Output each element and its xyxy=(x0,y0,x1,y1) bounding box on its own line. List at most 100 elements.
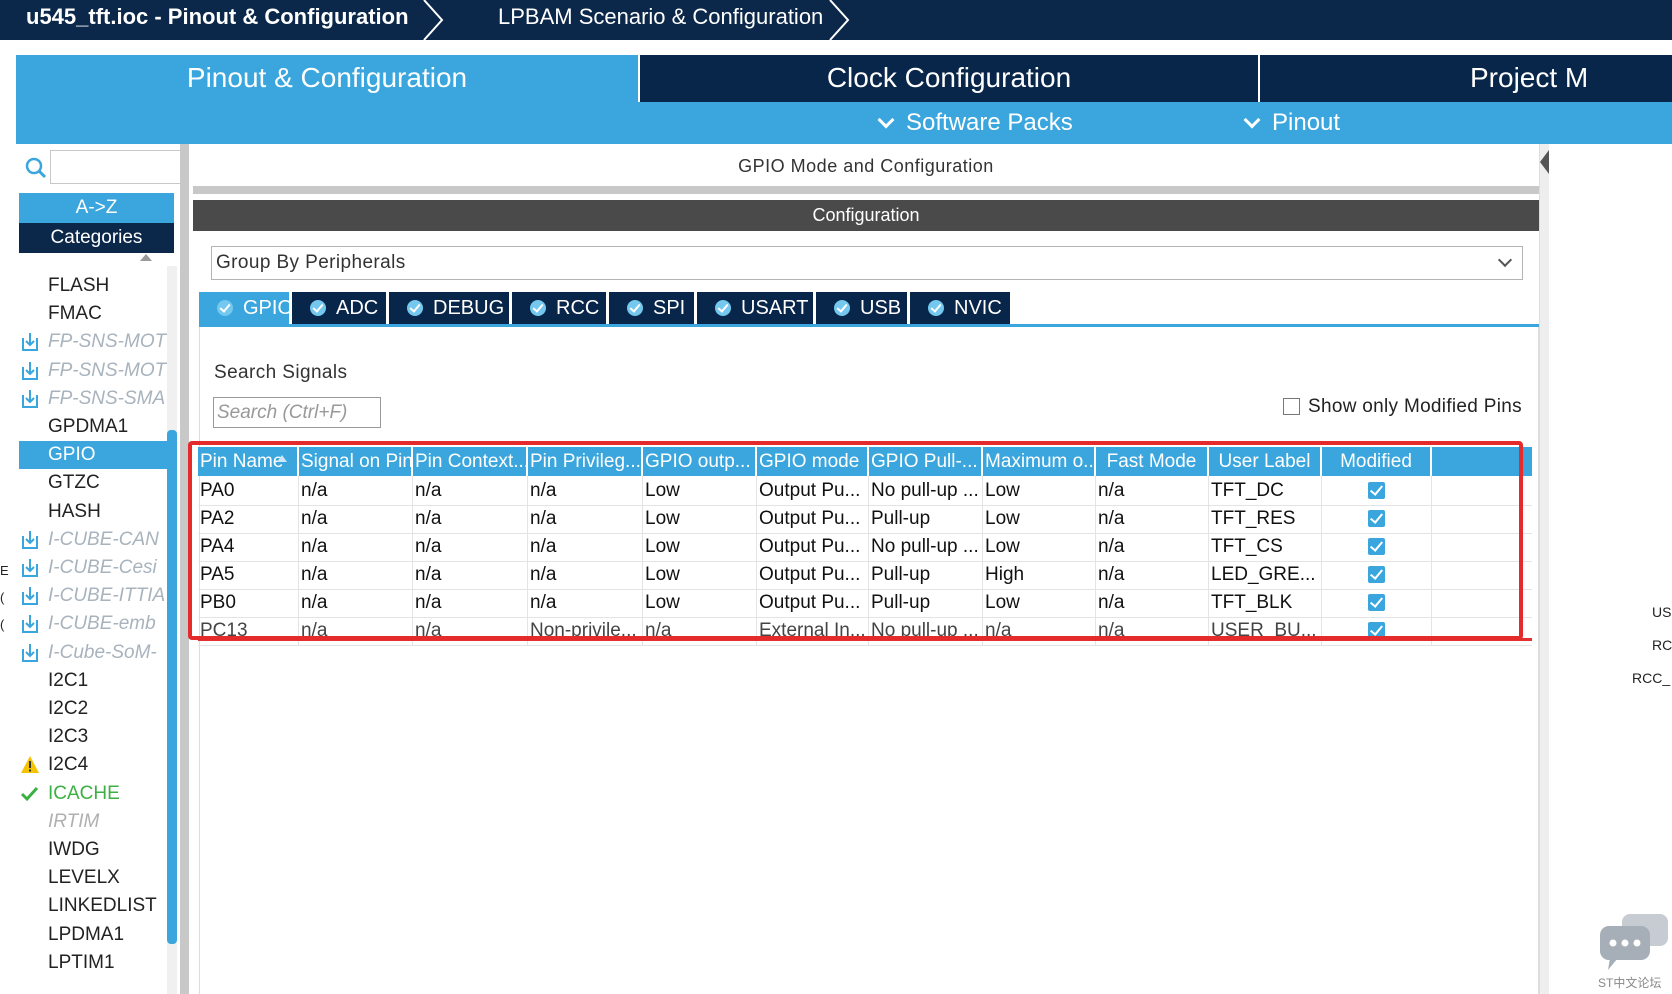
peripheral-item[interactable]: I-CUBE-CAN xyxy=(19,526,167,554)
right-label-rcc: RCC xyxy=(1652,637,1672,653)
peripheral-tab[interactable]: SPI xyxy=(609,292,694,324)
search-signals-input[interactable]: Search (Ctrl+F) xyxy=(213,397,381,428)
categories-button[interactable]: Categories xyxy=(19,223,174,253)
watermark-text: ST中文论坛 xyxy=(1598,976,1662,990)
configured-check-icon xyxy=(627,300,643,316)
peripheral-tab-label: RCC xyxy=(556,297,600,319)
package-download-icon xyxy=(22,389,38,408)
peripheral-item[interactable]: LPDMA1 xyxy=(19,921,167,949)
configured-check-icon xyxy=(715,300,731,316)
peripheral-item-label: FP-SNS-MOT xyxy=(48,331,167,353)
peripheral-item[interactable]: I-CUBE-Cesi xyxy=(19,554,167,582)
highlight-box xyxy=(188,441,1523,640)
peripheral-item-label: I-CUBE-CAN xyxy=(48,528,159,550)
peripheral-item[interactable]: I-CUBE-ITTIA xyxy=(19,582,167,610)
peripheral-item-label: I-CUBE-ITTIA xyxy=(48,585,166,607)
show-modified-checkbox[interactable] xyxy=(1283,398,1300,415)
peripheral-item-label: I-CUBE-emb xyxy=(48,613,156,635)
list-scrollbar-thumb[interactable] xyxy=(167,430,177,944)
peripheral-item[interactable]: IRTIM xyxy=(19,808,167,836)
check-icon xyxy=(20,786,39,801)
breadcrumb-chevron-icon xyxy=(423,0,444,40)
peripheral-item[interactable]: FMAC xyxy=(19,300,167,328)
peripheral-tab-label: USB xyxy=(860,297,902,319)
peripheral-item-label: I2C2 xyxy=(48,698,89,719)
forum-chat-icon xyxy=(1600,914,1668,970)
peripheral-item[interactable]: FLASH xyxy=(19,272,167,300)
peripheral-tab-label: NVIC xyxy=(954,297,1002,319)
peripheral-item[interactable]: IWDG xyxy=(19,836,167,864)
peripheral-item[interactable]: LEVELX xyxy=(19,864,167,892)
peripheral-item[interactable]: LPTIM1 xyxy=(19,949,167,977)
header-divider[interactable] xyxy=(193,186,1539,194)
peripheral-item[interactable]: LINKEDLIST xyxy=(19,892,167,920)
sort-az-button[interactable]: A->Z xyxy=(19,193,174,223)
breadcrumb-bar: u545_tft.ioc - Pinout & Configuration LP… xyxy=(0,0,1672,40)
software-packs-menu[interactable]: Software Packs xyxy=(877,102,1073,144)
peripheral-tab[interactable]: USB xyxy=(816,292,907,324)
peripheral-item[interactable]: I2C2 xyxy=(19,695,167,723)
peripheral-item[interactable]: I2C4 xyxy=(19,751,167,779)
peripheral-tab[interactable]: DEBUG xyxy=(389,292,509,324)
package-download-icon xyxy=(22,361,38,380)
peripheral-item[interactable]: FP-SNS-SMA xyxy=(19,385,167,413)
peripheral-tab-label: GPIO xyxy=(243,297,294,319)
peripheral-tab[interactable]: GPIO xyxy=(199,292,293,324)
configuration-title: Configuration xyxy=(193,200,1539,231)
peripheral-item-label: I2C1 xyxy=(48,669,89,691)
peripheral-item-label: LINKEDLIST xyxy=(48,895,157,917)
peripheral-item[interactable]: I-Cube-SoM- xyxy=(19,639,167,667)
peripheral-item[interactable]: I-CUBE-emb xyxy=(19,610,167,638)
peripheral-item[interactable]: GPIO xyxy=(19,441,167,470)
configured-check-icon xyxy=(928,300,944,316)
peripheral-item-label: I-Cube-SoM- xyxy=(48,641,157,663)
warning-icon xyxy=(21,756,39,774)
collapse-arrow-icon[interactable] xyxy=(1540,150,1549,174)
peripheral-tab-label: USART xyxy=(741,297,809,319)
configured-check-icon xyxy=(530,300,546,316)
peripheral-item-label: I-CUBE-Cesi xyxy=(48,557,157,578)
peripheral-item[interactable]: I2C3 xyxy=(19,723,167,751)
peripheral-item-label: ICACHE xyxy=(48,782,120,804)
package-download-icon xyxy=(22,333,38,352)
breadcrumb-scenario[interactable]: LPBAM Scenario & Configuration xyxy=(498,0,823,36)
group-by-select[interactable]: Group By Peripherals xyxy=(211,246,1523,280)
pinout-menu[interactable]: Pinout xyxy=(1243,102,1340,144)
peripheral-item[interactable]: FP-SNS-MOT xyxy=(19,357,167,385)
tab-project-manager[interactable]: Project M xyxy=(1260,55,1672,102)
package-download-icon xyxy=(22,643,38,662)
category-search-input[interactable] xyxy=(50,150,182,184)
search-signals-label: Search Signals xyxy=(214,362,348,383)
chevron-down-icon xyxy=(1497,252,1513,268)
peripheral-tab-label: ADC xyxy=(336,297,379,319)
peripheral-item[interactable]: GTZC xyxy=(19,469,167,497)
tab-clock-configuration[interactable]: Clock Configuration xyxy=(640,55,1258,102)
peripheral-item[interactable]: ICACHE xyxy=(19,780,167,808)
breadcrumb-project[interactable]: u545_tft.ioc - Pinout & Configuration xyxy=(26,0,409,36)
peripheral-tab[interactable]: USART xyxy=(697,292,813,324)
peripheral-item-label: I2C3 xyxy=(48,726,89,748)
package-download-icon xyxy=(22,615,38,634)
package-download-icon xyxy=(22,587,38,606)
peripheral-tab[interactable]: RCC xyxy=(512,292,606,324)
peripheral-item[interactable]: I2C1 xyxy=(19,667,167,695)
peripheral-item[interactable]: HASH xyxy=(19,498,167,526)
peripheral-list: FLASH FMAC FP-SNS-MOT FP-SNS-MOT FP-SNS-SMA G… xyxy=(19,272,167,994)
chevron-down-icon xyxy=(1243,111,1261,129)
peripheral-tab[interactable]: ADC xyxy=(292,292,386,324)
peripheral-item-label: GTZC xyxy=(48,472,100,494)
peripheral-item-label: LPTIM1 xyxy=(48,951,115,973)
tab-pinout-configuration[interactable]: Pinout & Configuration xyxy=(16,55,638,102)
peripheral-tab[interactable]: NVIC xyxy=(910,292,1010,324)
peripheral-item-label: IWDG xyxy=(48,839,100,860)
left-fragment: ( xyxy=(0,590,5,605)
peripheral-item[interactable]: FP-SNS-MOT xyxy=(19,328,167,356)
peripheral-item-label: FP-SNS-MOT xyxy=(48,359,167,381)
left-fragment: ( xyxy=(0,617,5,632)
search-icon[interactable] xyxy=(25,157,47,179)
peripheral-item-label: LEVELX xyxy=(48,867,120,889)
configured-check-icon xyxy=(310,300,326,316)
scroll-up-icon[interactable] xyxy=(140,254,152,261)
right-collapse-strip[interactable] xyxy=(1539,144,1549,994)
peripheral-item[interactable]: GPDMA1 xyxy=(19,413,167,441)
